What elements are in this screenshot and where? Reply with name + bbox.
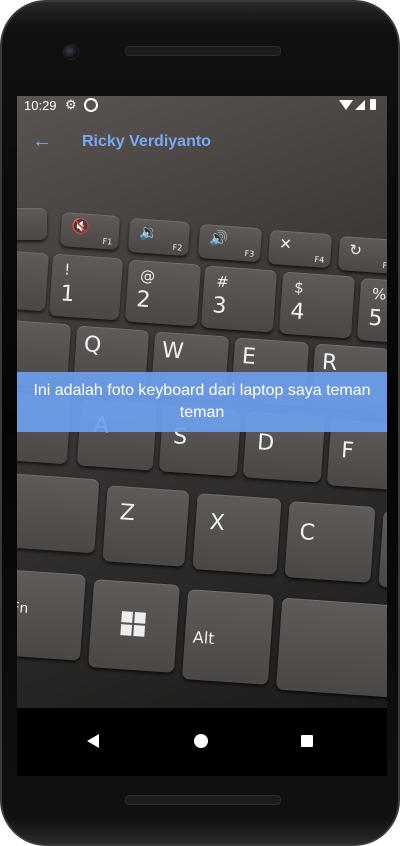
key-d-label: D: [256, 430, 276, 457]
key-f2-label: F2: [172, 242, 183, 253]
key-shift: [17, 472, 100, 554]
key-3-label: 3: [211, 293, 228, 320]
arrow-back-icon[interactable]: ←: [32, 130, 52, 153]
windows-logo-icon: [120, 611, 146, 637]
front-camera: [63, 44, 79, 60]
key-2: @ 2: [124, 259, 202, 327]
key-5: % 5: [356, 277, 387, 345]
page-title: Ricky Verdiyanto: [82, 133, 211, 150]
key-5-label: 5: [367, 305, 384, 332]
key-f3: 🔊 F3: [197, 223, 263, 263]
key-f1-label: F1: [102, 236, 113, 247]
key-x-label: X: [208, 510, 226, 537]
nav-back-icon[interactable]: [87, 734, 99, 748]
key-e-label: E: [241, 344, 257, 370]
key-fn-label: Fn: [17, 599, 29, 617]
key-f3-label: F3: [244, 249, 255, 259]
key-f5-label: F5: [382, 260, 387, 271]
key-3: # 3: [200, 265, 278, 333]
key-f5: ↻ F5: [337, 235, 387, 275]
top-speaker: [125, 46, 281, 56]
bottom-speaker: [125, 795, 281, 805]
key-q-label: Q: [83, 332, 103, 359]
key-f2: 🔉 F2: [127, 217, 191, 257]
key-3-top-label: #: [215, 272, 230, 292]
key-4: $ 4: [278, 271, 356, 339]
battery-icon: [370, 99, 376, 110]
key-z: Z: [102, 485, 190, 567]
navigation-bar: [17, 708, 387, 776]
key-windows: [88, 579, 180, 673]
key-1: ! 1: [48, 253, 124, 321]
key-x: X: [192, 493, 282, 575]
key-5-top-label: %: [371, 284, 387, 304]
key-f4: ✕ F4: [267, 229, 333, 269]
key-f4-label: F4: [314, 255, 325, 265]
status-time: 10:29: [24, 98, 57, 113]
signal-icon: [355, 100, 365, 110]
photo-caption-text: Ini adalah foto keyboard dari laptop say…: [33, 382, 371, 421]
key-alt: Alt: [181, 589, 275, 685]
app-bar: ← Ricky Verdiyanto: [17, 122, 387, 162]
key-2-top-label: @: [139, 266, 156, 286]
key-4-label: 4: [289, 299, 306, 326]
key-space: [275, 597, 387, 699]
wifi-icon: [339, 100, 353, 110]
key-f1: 🔇 F1: [59, 212, 121, 250]
dnd-icon: [84, 98, 98, 112]
key-v-edge: [378, 510, 387, 590]
key-fn: Fn: [17, 569, 86, 661]
key-c: C: [284, 501, 376, 583]
key-c-label: C: [298, 519, 316, 546]
screen: 🔇 F1 🔉 F2 🔊 F3 ✕ F4 ↻ F5 ! 1 @ 2 # 3 $ 4…: [17, 96, 387, 776]
key-1-top-label: !: [63, 260, 71, 279]
key-w-label: W: [161, 338, 185, 365]
gear-icon: ⚙: [65, 97, 77, 112]
key-1-label: 1: [59, 281, 76, 308]
key-f1: [17, 208, 47, 240]
key-4-top-label: $: [293, 278, 305, 298]
key-2-label: 2: [135, 287, 152, 314]
key-left-edge: [17, 250, 49, 312]
photo-caption: Ini adalah foto keyboard dari laptop say…: [17, 372, 387, 432]
nav-recents-icon[interactable]: [301, 735, 313, 747]
status-bar: 10:29 ⚙: [17, 96, 387, 116]
nav-home-icon[interactable]: [194, 734, 208, 748]
key-z-label: Z: [118, 500, 136, 527]
phone-frame: 🔇 F1 🔉 F2 🔊 F3 ✕ F4 ↻ F5 ! 1 @ 2 # 3 $ 4…: [0, 0, 400, 846]
key-f-label: F: [340, 438, 355, 464]
key-alt-label: Alt: [192, 627, 216, 649]
